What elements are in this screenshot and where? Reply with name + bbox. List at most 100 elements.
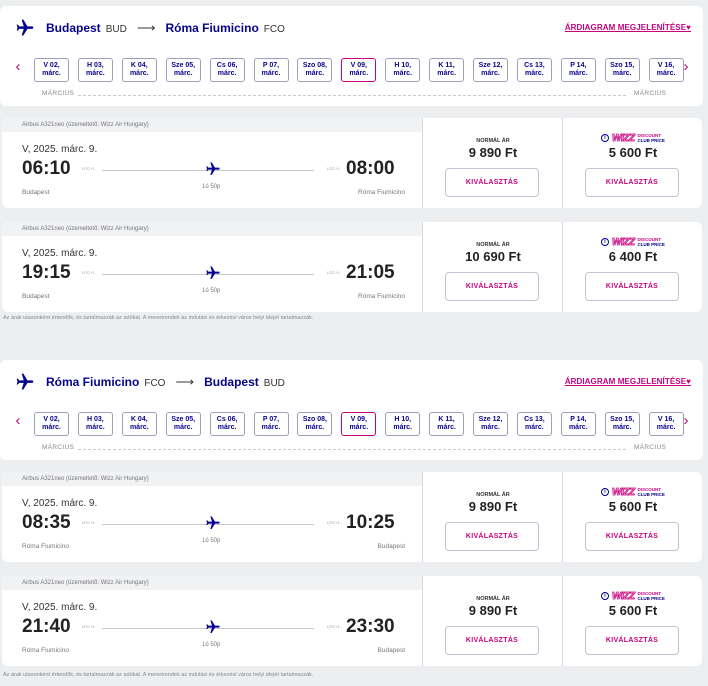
date-chip-day: P 14, [570, 62, 587, 69]
date-chip-month: márc. [173, 70, 193, 77]
flight-details: Airbus A321neo (üzemeltető: Wizz Air Hun… [2, 472, 422, 562]
next-dates-chevron-icon[interactable]: › [679, 412, 693, 429]
arrival-city: Róma Fiumicino [358, 293, 405, 300]
departure-timezone: UTC+1 [82, 624, 95, 629]
date-chip-month: márc. [481, 70, 500, 77]
date-chip[interactable]: K 04, márc. [121, 412, 157, 436]
select-club-fare-button[interactable]: KIVÁLASZTÁS [585, 272, 679, 301]
date-chip-month: márc. [305, 70, 325, 77]
discount-club-logo: i WIZZ DISCOUNT CLUB PRICE [601, 486, 665, 498]
date-chip[interactable]: P 07, márc. [253, 412, 289, 436]
date-chip-day: K 11, [438, 62, 455, 69]
next-dates-chevron-icon[interactable]: › [679, 58, 693, 75]
date-chip-month: márc. [129, 424, 149, 431]
price-diagram-link[interactable]: ÁRDIAGRAM MEGJELENÍTÉSE♥ [565, 377, 691, 386]
outbound-month-divider: MÁRCIUS MÁRCIUS [0, 90, 703, 102]
departure-time: 21:40 [22, 616, 71, 637]
date-chip-month: márc. [349, 424, 369, 431]
select-normal-fare-button[interactable]: KIVÁLASZTÁS [445, 626, 539, 655]
date-chip[interactable]: H 03, márc. [77, 58, 113, 82]
date-chip[interactable]: P 07, márc. [253, 58, 289, 82]
wizz-logo: WIZZ [612, 132, 636, 144]
date-chip-day: Szo 15, [610, 416, 635, 423]
flight-details: Airbus A321neo (üzemeltető: Wizz Air Hun… [2, 576, 422, 666]
normal-fare-price: 10 690 Ft [465, 249, 521, 264]
inbound-date-selector: ‹ V 02, márc. H 03, márc. K 04, márc. Sze 05, m… [0, 410, 703, 438]
departure-time: 19:15 [22, 262, 71, 283]
date-chip[interactable]: Cs 13, márc. [516, 412, 552, 436]
date-chip[interactable]: Cs 13, márc. [516, 58, 552, 82]
inbound-route-text: Róma Fiumicino FCO ⟶ Budapest BUD [46, 374, 295, 390]
date-chip[interactable]: H 03, márc. [77, 412, 113, 436]
date-chip-day: K 04, [130, 416, 148, 423]
normal-fare-label: NORMÁL ÁR [476, 596, 510, 602]
date-chip-day: H 10, [394, 416, 412, 423]
date-chip-month: márc. [393, 70, 413, 77]
select-normal-fare-button[interactable]: KIVÁLASZTÁS [445, 522, 539, 551]
date-chip-day: Sze 05, [171, 416, 196, 423]
aircraft-operator: Airbus A321neo (üzemeltető: Wizz Air Hun… [2, 472, 422, 486]
flight-card: Airbus A321neo (üzemeltető: Wizz Air Hun… [2, 222, 702, 312]
date-chip[interactable]: Szo 08, márc. [297, 412, 333, 436]
airplane-icon [206, 516, 220, 529]
date-chip[interactable]: Cs 06, márc. [209, 58, 245, 82]
club-fare-price: 6 400 Ft [608, 249, 658, 264]
airplane-icon [206, 620, 220, 633]
date-chip-day: K 11, [438, 416, 455, 423]
discount-club-text: DISCOUNT CLUB PRICE [637, 591, 665, 601]
select-normal-fare-button[interactable]: KIVÁLASZTÁS [445, 272, 539, 301]
discount-club-logo: i WIZZ DISCOUNT CLUB PRICE [601, 590, 665, 602]
arrival-time: 10:25 [346, 512, 395, 533]
date-chip-month: márc. [612, 70, 632, 77]
select-club-fare-button[interactable]: KIVÁLASZTÁS [585, 168, 679, 197]
club-fare: i WIZZ DISCOUNT CLUB PRICE 5 600 Ft KIVÁLASZT… [562, 472, 702, 562]
date-chip[interactable]: Cs 06, márc. [209, 412, 245, 436]
departure-time: 06:10 [22, 158, 71, 179]
date-chip[interactable]: V 09, márc. [341, 412, 377, 436]
normal-fare-price: 9 890 Ft [468, 603, 518, 618]
date-chip-month: márc. [217, 70, 237, 77]
date-chip-month: márc. [261, 70, 281, 77]
price-disclaimer: Az árak utasonként értendők, és tartalma… [3, 315, 314, 321]
date-chip[interactable]: V 02, márc. [34, 412, 69, 436]
date-chip[interactable]: Sze 05, márc. [165, 58, 201, 82]
outbound-date-selector: ‹ V 02, márc. H 03, márc. K 04, márc. Sze 05, m… [0, 56, 703, 84]
price-diagram-link[interactable]: ÁRDIAGRAM MEGJELENÍTÉSE♥ [565, 23, 691, 32]
select-club-fare-button[interactable]: KIVÁLASZTÁS [585, 522, 679, 551]
date-chip[interactable]: Szo 15, márc. [604, 58, 640, 82]
date-chip-month: márc. [612, 424, 632, 431]
month-divider-line [78, 95, 626, 96]
departure-timezone: UTC+1 [82, 520, 95, 525]
discount-club-line2: CLUB PRICE [637, 138, 665, 143]
date-chip[interactable]: V 09, márc. [341, 58, 377, 82]
flight-card: Airbus A321neo (üzemeltető: Wizz Air Hun… [2, 576, 702, 666]
arrival-city: Budapest [377, 647, 405, 654]
date-chip[interactable]: Sze 12, márc. [473, 58, 508, 82]
date-chip[interactable]: Szo 15, márc. [604, 412, 640, 436]
date-chip-day: K 04, [130, 62, 148, 69]
departure-timezone: UTC+1 [82, 166, 95, 171]
aircraft-operator: Airbus A321neo (üzemeltető: Wizz Air Hun… [2, 576, 422, 590]
select-normal-fare-button[interactable]: KIVÁLASZTÁS [445, 168, 539, 197]
date-chip[interactable]: Sze 12, márc. [473, 412, 508, 436]
prev-dates-chevron-icon[interactable]: ‹ [11, 58, 25, 75]
arrival-time: 21:05 [346, 262, 395, 283]
date-chip[interactable]: Szo 08, márc. [297, 58, 333, 82]
date-chip[interactable]: H 10, márc. [385, 412, 421, 436]
date-chip[interactable]: P 14, márc. [560, 412, 596, 436]
date-chip[interactable]: P 14, márc. [560, 58, 596, 82]
prev-dates-chevron-icon[interactable]: ‹ [11, 412, 25, 429]
date-chip[interactable]: V 02, márc. [34, 58, 69, 82]
date-chip[interactable]: K 04, márc. [121, 58, 157, 82]
select-club-fare-button[interactable]: KIVÁLASZTÁS [585, 626, 679, 655]
date-chip[interactable]: K 11, márc. [429, 412, 465, 436]
date-chip[interactable]: H 10, márc. [385, 58, 421, 82]
date-chip[interactable]: K 11, márc. [429, 58, 465, 82]
arrival-time: 23:30 [346, 616, 395, 637]
date-chip[interactable]: Sze 05, márc. [165, 412, 201, 436]
date-chip-day: Cs 13, [524, 62, 545, 69]
arrival-timezone: UTC+1 [327, 624, 340, 629]
club-fare: i WIZZ DISCOUNT CLUB PRICE 6 400 Ft KIVÁLASZT… [562, 222, 702, 312]
date-chip-month: márc. [656, 70, 676, 77]
date-chip-day: V 02, [43, 62, 60, 69]
